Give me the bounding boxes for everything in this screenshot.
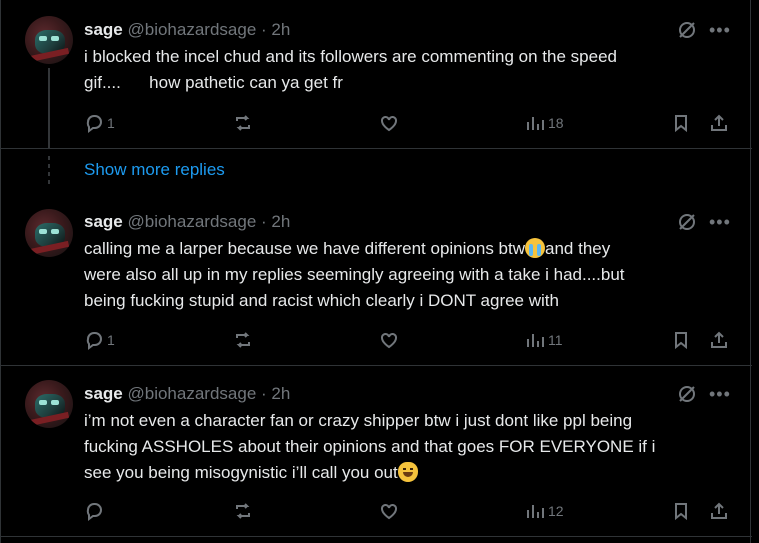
tweet[interactable]: sage @biohazardsage · 2h ••• i blocked t…: [1, 0, 752, 149]
tweet-text-line: see you being misogynistic i’ll call you…: [84, 463, 398, 482]
views-count: 18: [548, 115, 564, 131]
tweet-actions: 12: [1, 499, 752, 523]
tweet-actions: 1 11: [1, 328, 752, 352]
more-icon[interactable]: •••: [709, 213, 730, 236]
share-icon: [711, 114, 727, 131]
grok-icon[interactable]: [677, 384, 697, 404]
tweet-text: i’m not even a character fan or crazy sh…: [84, 408, 704, 486]
display-name[interactable]: sage: [84, 20, 123, 39]
tweet-text-line: gif.... how pathetic can ya get fr: [84, 73, 343, 92]
repost-button[interactable]: [233, 111, 253, 135]
like-icon: [381, 333, 397, 349]
user-handle[interactable]: @biohazardsage: [127, 384, 256, 403]
separator: ·: [261, 212, 267, 231]
grinning-cat-emoji: [397, 462, 418, 482]
views-icon: [527, 505, 544, 518]
share-button[interactable]: [709, 111, 729, 135]
tweet-text-line: fucking ASSHOLES about their opinions an…: [84, 437, 656, 456]
tweet-header: sage @biohazardsage · 2h: [84, 384, 290, 404]
share-icon: [711, 502, 727, 519]
avatar[interactable]: [25, 16, 73, 64]
bookmark-button[interactable]: [671, 328, 691, 352]
tweet-text-line: calling me a larper because we have diff…: [84, 239, 526, 258]
display-name[interactable]: sage: [84, 212, 123, 231]
tweet-header: sage @biohazardsage · 2h: [84, 212, 290, 232]
more-icon[interactable]: •••: [709, 21, 730, 44]
views-button[interactable]: 18: [525, 111, 564, 135]
tweet[interactable]: sage @biohazardsage · 2h ••• calling me …: [1, 197, 752, 366]
separator: ·: [261, 384, 267, 403]
crying-face-emoji: [525, 238, 546, 258]
tweet-text: i blocked the incel chud and its followe…: [84, 44, 704, 96]
timestamp[interactable]: 2h: [271, 384, 290, 403]
reply-button[interactable]: [84, 499, 107, 523]
display-name[interactable]: sage: [84, 384, 123, 403]
thread-line: [48, 68, 50, 148]
timeline-frame: sage @biohazardsage · 2h ••• i blocked t…: [0, 0, 752, 543]
views-count: 11: [548, 332, 563, 348]
tweet-header: sage @biohazardsage · 2h: [84, 20, 290, 40]
thread-dots: [47, 156, 51, 188]
tweet-text-line: i’m not even a character fan or crazy sh…: [84, 411, 633, 430]
timestamp[interactable]: 2h: [271, 212, 290, 231]
reply-button[interactable]: 1: [84, 111, 115, 135]
repost-icon: [236, 503, 250, 519]
avatar[interactable]: [25, 209, 73, 257]
grok-icon[interactable]: [677, 20, 697, 40]
tweet-text-line: being fucking stupid and racist which cl…: [84, 291, 559, 310]
bookmark-button[interactable]: [671, 499, 691, 523]
reply-icon: [86, 115, 102, 133]
tweet-text-line: were also all up in my replies seemingly…: [84, 265, 625, 284]
like-button[interactable]: [379, 111, 399, 135]
tweet-text-line: and they: [545, 239, 611, 258]
tweet[interactable]: sage @biohazardsage · 2h ••• i’m not eve…: [1, 366, 752, 537]
more-icon[interactable]: •••: [709, 385, 730, 408]
like-button[interactable]: [379, 328, 399, 352]
separator: ·: [261, 20, 267, 39]
like-icon: [381, 116, 397, 132]
tweet-text: calling me a larper because we have diff…: [84, 236, 704, 314]
share-button[interactable]: [709, 328, 729, 352]
user-handle[interactable]: @biohazardsage: [127, 212, 256, 231]
bookmark-icon: [675, 503, 687, 521]
reply-icon: [86, 332, 102, 350]
reply-count: 1: [107, 115, 115, 131]
user-handle[interactable]: @biohazardsage: [127, 20, 256, 39]
timestamp[interactable]: 2h: [271, 20, 290, 39]
share-button[interactable]: [709, 499, 729, 523]
repost-button[interactable]: [233, 328, 253, 352]
grok-icon[interactable]: [677, 212, 697, 232]
repost-icon: [236, 332, 250, 348]
bookmark-icon: [675, 332, 687, 350]
bookmark-button[interactable]: [671, 111, 691, 135]
avatar[interactable]: [25, 380, 73, 428]
tweet-text-line: i blocked the incel chud and its followe…: [84, 47, 617, 66]
reply-button[interactable]: 1: [84, 328, 115, 352]
repost-icon: [236, 115, 250, 131]
tweet-actions: 1 18: [1, 111, 752, 135]
like-button[interactable]: [379, 499, 399, 523]
reply-icon: [86, 503, 102, 521]
views-button[interactable]: 11: [525, 328, 563, 352]
bookmark-icon: [675, 115, 687, 133]
views-count: 12: [548, 503, 564, 519]
share-icon: [711, 331, 727, 348]
like-icon: [381, 504, 397, 520]
show-more-replies-link[interactable]: Show more replies: [84, 160, 225, 180]
reply-count: 1: [107, 332, 115, 348]
repost-button[interactable]: [233, 499, 253, 523]
views-button[interactable]: 12: [525, 499, 564, 523]
views-icon: [527, 117, 544, 130]
views-icon: [527, 334, 544, 347]
